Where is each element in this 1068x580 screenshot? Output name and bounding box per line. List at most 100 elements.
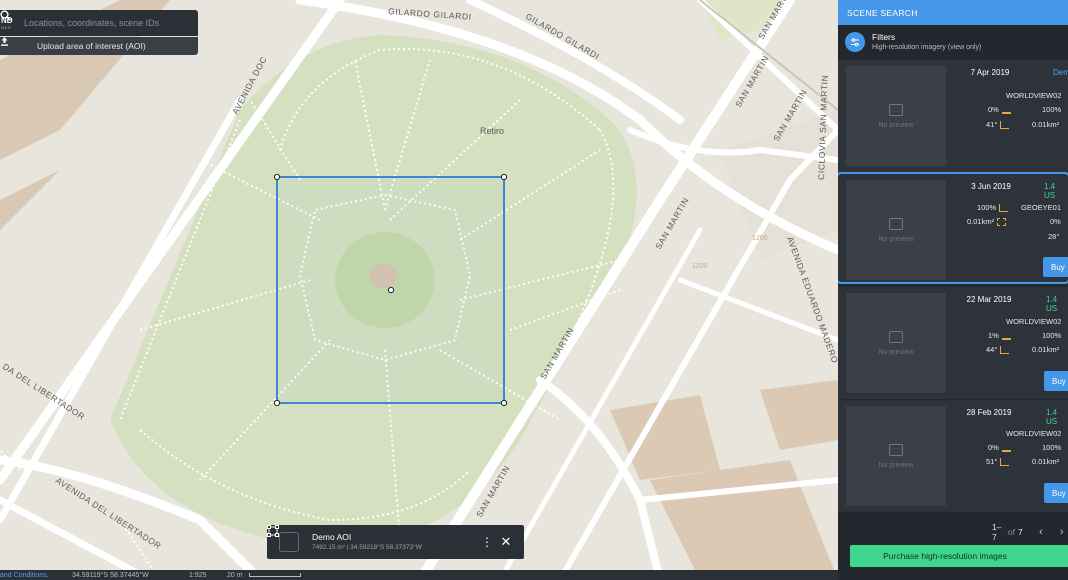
coverage-value: 100% (1042, 443, 1062, 452)
satellite-name: WORLDVIEW02 (1006, 91, 1062, 100)
cloud-icon (1001, 106, 1011, 114)
close-icon[interactable]: ✕ (498, 532, 514, 552)
filters-subtitle: High-resolution imagery (view only) (872, 43, 982, 51)
area: 0.01km² (1032, 120, 1059, 129)
off-nadir-angle: 51° (986, 457, 1010, 466)
filters-icon[interactable] (845, 32, 865, 52)
building-block (650, 460, 838, 580)
cloud-value: 0% (988, 443, 999, 452)
scene-card[interactable]: No preview 22 Mar 2019 1.4 US WORLDVIEW0… (838, 287, 1068, 399)
scene-card-selected[interactable]: No preview 3 Jun 2019 1.4 US 100% GEOEYE… (838, 172, 1068, 284)
aoi-handle[interactable] (500, 173, 508, 181)
scene-date: 3 Jun 2019 (971, 182, 1011, 191)
search-icon[interactable] (0, 10, 193, 31)
cloud-cover: 0% (1050, 217, 1061, 226)
scene-preview: No preview (846, 66, 946, 166)
search-input[interactable] (24, 13, 177, 33)
satellite-name: WORLDVIEW02 (1006, 317, 1062, 326)
area: 0.01km² (1032, 345, 1059, 354)
angle-icon (1000, 120, 1010, 129)
pager-of: of (1007, 527, 1015, 537)
area-icon (997, 217, 1007, 226)
buy-button[interactable]: Buy (1044, 371, 1068, 391)
filters-title: Filters (872, 31, 896, 42)
preview-label: No preview (878, 348, 914, 356)
upload-aoi-label: Upload area of interest (AOI) (37, 41, 146, 51)
scene-price: 1.4 US (1046, 295, 1058, 313)
scene-date: 28 Feb 2019 (966, 408, 1012, 417)
area: 0.01km² (967, 217, 1007, 226)
area-value: 0.01km² (967, 217, 995, 226)
off-nadir-angle: 28° (1048, 232, 1059, 241)
coverage-value: 100% (977, 203, 997, 212)
aoi-info-panel: Demo AOI 7492.15 m² | 34.59218°S 58.3737… (267, 525, 524, 559)
angle-value: 44° (986, 345, 998, 354)
scene-card[interactable]: No preview 7 Apr 2019 Dem WORLDVIEW02 0%… (838, 60, 1068, 172)
chevron-left-icon[interactable]: ‹ (1035, 525, 1048, 539)
coverage: 100% (1042, 105, 1061, 114)
upload-icon (1, 37, 32, 51)
terms-link[interactable]: and Conditions. (0, 572, 60, 579)
area-value: 0.01km² (1032, 345, 1060, 354)
coverage: 100% (1042, 331, 1061, 340)
aoi-center-handle[interactable] (387, 286, 395, 294)
off-nadir-angle: 44° (986, 345, 1010, 354)
upload-aoi-button[interactable]: Upload area of interest (AOI) (0, 37, 198, 55)
image-placeholder-icon (889, 330, 903, 343)
angle-icon (1000, 457, 1010, 466)
more-vertical-icon[interactable]: ⋮ (479, 532, 495, 552)
aoi-handle[interactable] (273, 399, 281, 407)
image-placeholder-icon (889, 443, 903, 456)
address-number: 1200 (752, 235, 768, 242)
map-view[interactable]: GILARDO GILARDI GILARDO GILARDI AVENIDA … (0, 0, 838, 580)
coverage: 100% (1042, 443, 1061, 452)
off-nadir-angle: 41° (986, 120, 1010, 129)
purchase-button[interactable]: Purchase high-resolution images (850, 545, 1068, 567)
scene-preview: No preview (846, 406, 946, 506)
scene-list: No preview 7 Apr 2019 Dem WORLDVIEW02 0%… (838, 60, 1068, 518)
buy-button[interactable]: Buy (1044, 483, 1068, 503)
cloud-cover: 0% (988, 105, 1011, 114)
image-placeholder-icon (889, 103, 903, 116)
scene-card[interactable]: No preview 28 Feb 2019 1.4 US WORLDVIEW0… (838, 400, 1068, 512)
cloud-icon (1001, 332, 1011, 340)
scene-search-panel: SCENE SEARCH Filters High-resolution ima… (838, 0, 1068, 580)
coverage: 100% (977, 203, 1009, 212)
angle-value: 28° (1048, 232, 1060, 241)
coverage-value: 100% (1042, 331, 1062, 340)
building-block (0, 170, 60, 230)
zoom-scale: 1:925 (189, 571, 207, 579)
panel-header: SCENE SEARCH (838, 0, 1068, 25)
crop-icon (999, 203, 1009, 212)
aoi-title: Demo AOI (312, 531, 352, 542)
cloud-icon (1001, 444, 1011, 452)
aoi-handle[interactable] (500, 399, 508, 407)
pagination: 1–7 of 7 ‹ › (838, 521, 1068, 543)
satellite-name: WORLDVIEW02 (1006, 429, 1062, 438)
angle-value: 51° (986, 457, 998, 466)
area-value: 0.01km² (1032, 120, 1060, 129)
aoi-handle[interactable] (273, 173, 281, 181)
aoi-shape-icon (267, 525, 299, 552)
aoi-subtitle: 7492.15 m² | 34.59218°S 58.37373°W (312, 543, 422, 551)
scene-price: 1.4 US (1046, 408, 1058, 426)
scene-date: 7 Apr 2019 (970, 68, 1010, 77)
buy-button[interactable]: Buy (1043, 257, 1068, 277)
scene-price: 1.4 US (1044, 182, 1056, 200)
preview-label: No preview (878, 461, 914, 469)
scene-preview: No preview (846, 293, 946, 393)
cloud-value: 0% (988, 105, 999, 114)
pager-total: 7 (1017, 527, 1023, 537)
satellite-name: GEOEYE01 (1021, 203, 1062, 212)
cursor-coordinates: 34.59119°S 58.37445°W (72, 571, 149, 579)
address-number: 1200 (692, 263, 708, 270)
map-canvas[interactable]: GILARDO GILARDI GILARDO GILARDI AVENIDA … (0, 0, 838, 580)
filters-row[interactable]: Filters High-resolution imagery (view on… (838, 25, 1068, 59)
image-placeholder-icon (889, 217, 903, 230)
angle-value: 41° (986, 120, 998, 129)
status-bar: and Conditions. 34.59119°S 58.37445°W 1:… (0, 570, 838, 580)
scene-price: Dem (1053, 68, 1068, 77)
preview-label: No preview (878, 235, 914, 243)
cloud-cover: 1% (988, 331, 1011, 340)
chevron-right-icon[interactable]: › (1055, 525, 1068, 539)
